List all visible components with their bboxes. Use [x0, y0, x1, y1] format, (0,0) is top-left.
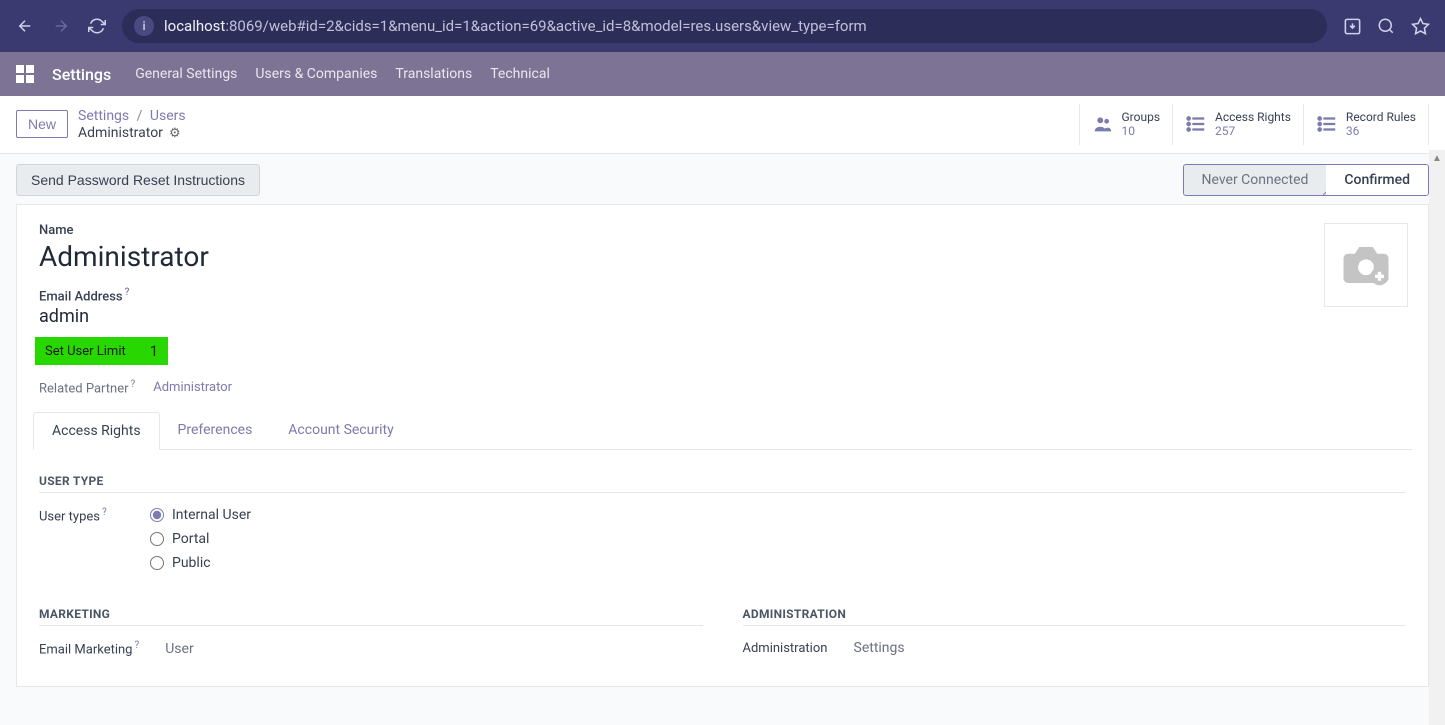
help-icon[interactable]: ? [134, 640, 139, 651]
breadcrumb-users[interactable]: Users [150, 108, 186, 124]
scrollbar[interactable]: ▲ [1429, 150, 1445, 725]
stat-access-rights[interactable]: Access Rights257 [1172, 104, 1303, 145]
back-button[interactable] [14, 15, 36, 37]
tab-preferences[interactable]: Preferences [160, 412, 271, 449]
zoom-icon[interactable] [1375, 15, 1397, 37]
app-top-nav: Settings General Settings Users & Compan… [0, 52, 1445, 96]
breadcrumb: Settings / Users [78, 107, 186, 125]
install-app-icon[interactable] [1341, 15, 1363, 37]
radio-public[interactable]: Public [150, 555, 251, 571]
email-marketing-label: Email Marketing? [39, 640, 139, 657]
list-icon [1316, 113, 1338, 135]
new-button[interactable]: New [16, 110, 68, 138]
nav-general-settings[interactable]: General Settings [135, 66, 237, 82]
help-icon[interactable]: ? [131, 379, 136, 390]
name-label: Name [39, 223, 1406, 238]
tab-access-rights[interactable]: Access Rights [33, 412, 160, 450]
site-info-icon[interactable]: i [134, 16, 154, 36]
radio-internal-user[interactable]: Internal User [150, 507, 251, 523]
section-user-type: USER TYPE [39, 474, 1406, 493]
form-sheet: Name Administrator Email Address? admin … [16, 204, 1429, 687]
refresh-button[interactable] [86, 15, 108, 37]
radio-portal[interactable]: Portal [150, 531, 251, 547]
stat-record-rules[interactable]: Record Rules36 [1303, 104, 1429, 145]
nav-app-title: Settings [52, 65, 111, 84]
email-label: Email Address? [39, 287, 1406, 304]
section-marketing: MARKETING [39, 607, 703, 626]
form-tabs: Access Rights Preferences Account Securi… [33, 412, 1412, 450]
list-icon [1185, 113, 1207, 135]
related-partner-label: Related Partner? [39, 379, 135, 396]
administration-value[interactable]: Settings [854, 640, 905, 656]
help-icon[interactable]: ? [125, 287, 130, 298]
administration-label: Administration [743, 641, 828, 656]
apps-menu-icon[interactable] [16, 65, 34, 83]
name-field[interactable]: Administrator [39, 240, 1406, 273]
breadcrumb-current: Administrator ⚙ [78, 125, 186, 141]
email-field[interactable]: admin [39, 306, 1406, 327]
nav-translations[interactable]: Translations [395, 66, 472, 82]
breadcrumb-settings[interactable]: Settings [78, 108, 129, 124]
url-text: localhost:8069/web#id=2&cids=1&menu_id=1… [164, 17, 867, 35]
status-never-connected[interactable]: Never Connected [1184, 165, 1327, 195]
send-password-reset-button[interactable]: Send Password Reset Instructions [16, 164, 260, 196]
user-types-label: User types? [39, 507, 124, 524]
nav-technical[interactable]: Technical [490, 66, 550, 82]
stat-groups[interactable]: Groups10 [1079, 104, 1173, 145]
help-icon[interactable]: ? [102, 507, 107, 518]
tab-account-security[interactable]: Account Security [270, 412, 411, 449]
set-user-limit-value: 1 [150, 342, 158, 360]
nav-users-companies[interactable]: Users & Companies [255, 66, 377, 82]
avatar-upload[interactable] [1324, 223, 1408, 307]
browser-chrome: i localhost:8069/web#id=2&cids=1&menu_id… [0, 0, 1445, 52]
address-bar[interactable]: i localhost:8069/web#id=2&cids=1&menu_id… [122, 9, 1327, 43]
set-user-limit-row[interactable]: Set User Limit 1 [35, 337, 168, 365]
status-confirmed[interactable]: Confirmed [1326, 165, 1428, 195]
scroll-up-icon[interactable]: ▲ [1429, 150, 1445, 166]
email-marketing-value[interactable]: User [165, 641, 193, 657]
related-partner-link[interactable]: Administrator [153, 380, 232, 395]
control-panel: New Settings / Users Administrator ⚙ Gro… [0, 96, 1445, 154]
forward-button[interactable] [50, 15, 72, 37]
groups-icon [1092, 113, 1114, 135]
gear-icon[interactable]: ⚙ [169, 126, 181, 141]
set-user-limit-label: Set User Limit [45, 344, 126, 359]
section-administration: ADMINISTRATION [743, 607, 1407, 626]
status-bar: Never Connected Confirmed [1183, 164, 1429, 196]
bookmark-icon[interactable] [1409, 15, 1431, 37]
